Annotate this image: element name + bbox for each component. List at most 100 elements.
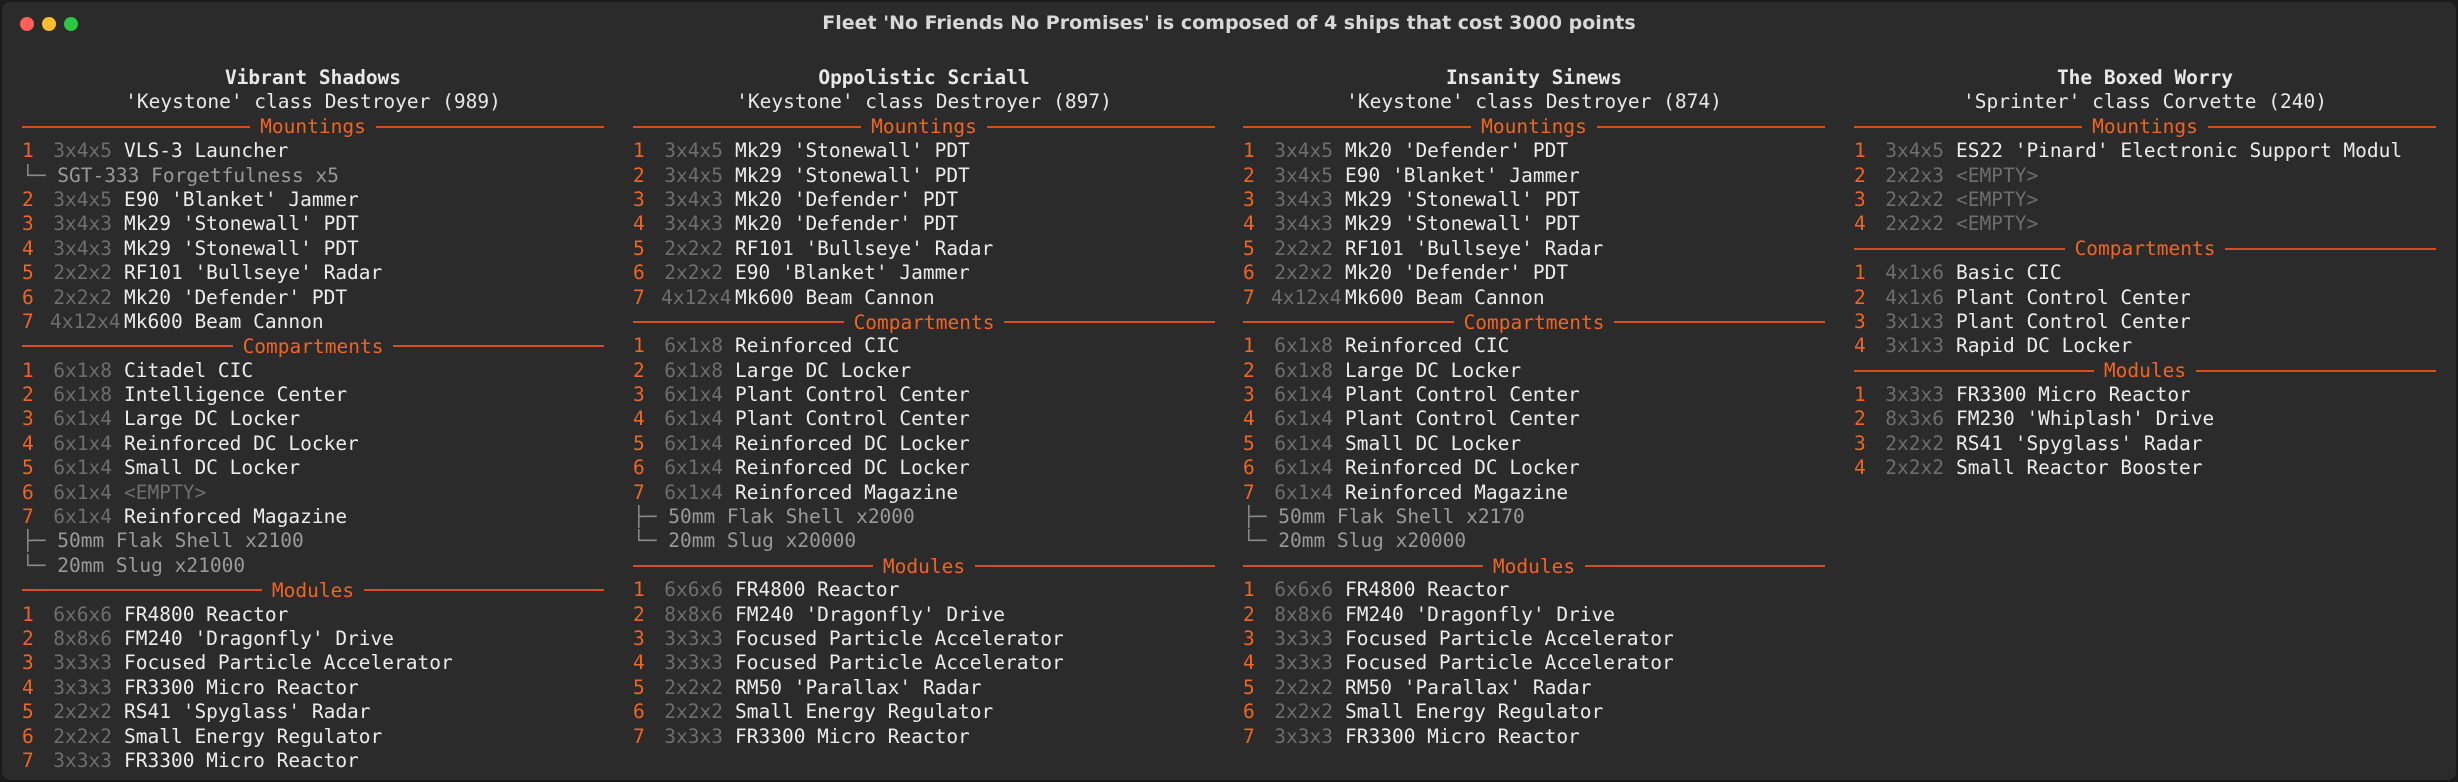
slot-number: 2 bbox=[22, 187, 34, 211]
slot-row[interactable]: 4 6x1x4 Plant Control Center bbox=[633, 407, 1215, 431]
slot-row[interactable]: 7 3x3x3 FR3300 Micro Reactor bbox=[633, 725, 1215, 749]
slot-row[interactable]: 5 6x1x4 Small DC Locker bbox=[1243, 432, 1825, 456]
slot-row[interactable]: 6 6x1x4 Reinforced DC Locker bbox=[633, 456, 1215, 480]
slot-number: 2 bbox=[1243, 602, 1255, 626]
slot-size: 3x4x3 bbox=[53, 236, 112, 260]
slot-size: 2x2x2 bbox=[53, 724, 112, 748]
slot-row[interactable]: 7 6x1x4 Reinforced Magazine bbox=[1243, 481, 1825, 505]
slot-row[interactable]: 1 6x6x6 FR4800 Reactor bbox=[1243, 578, 1825, 602]
slot-size: 3x4x3 bbox=[664, 212, 723, 236]
slot-row[interactable]: 5 2x2x2 RF101 'Bullseye' Radar bbox=[1243, 237, 1825, 261]
slot-row[interactable]: 3 3x3x3 Focused Particle Accelerator bbox=[1243, 627, 1825, 651]
slot-row[interactable]: 5 6x1x4 Reinforced DC Locker bbox=[633, 432, 1215, 456]
slot-row[interactable]: 6 6x1x4 <EMPTY> bbox=[22, 481, 604, 505]
slot-row[interactable]: 2 3x4x5 E90 'Blanket' Jammer bbox=[22, 188, 604, 212]
slot-row[interactable]: 5 2x2x2 RM50 'Parallax' Radar bbox=[1243, 676, 1825, 700]
slot-row[interactable]: 7 3x3x3 FR3300 Micro Reactor bbox=[1243, 725, 1825, 749]
slot-row[interactable]: 4 3x3x3 Focused Particle Accelerator bbox=[633, 651, 1215, 675]
slot-row[interactable]: 4 3x4x3 Mk29 'Stonewall' PDT bbox=[1243, 212, 1825, 236]
slot-row[interactable]: 1 3x3x3 FR3300 Micro Reactor bbox=[1854, 383, 2436, 407]
slot-row[interactable]: 3 3x4x3 Mk20 'Defender' PDT bbox=[633, 188, 1215, 212]
slot-size: 6x1x4 bbox=[1274, 431, 1333, 455]
slot-component-name: Small DC Locker bbox=[124, 456, 301, 480]
slot-row[interactable]: 7 6x1x4 Reinforced Magazine bbox=[22, 505, 604, 529]
slot-row[interactable]: 6 2x2x2 Mk20 'Defender' PDT bbox=[1243, 261, 1825, 285]
slot-row[interactable]: 7 6x1x4 Reinforced Magazine bbox=[633, 481, 1215, 505]
slot-number: 3 bbox=[1243, 626, 1255, 650]
slot-row[interactable]: 5 2x2x2 RS41 'Spyglass' Radar bbox=[22, 700, 604, 724]
slot-row[interactable]: 2 8x8x6 FM240 'Dragonfly' Drive bbox=[22, 627, 604, 651]
slot-row[interactable]: 1 6x1x8 Citadel CIC bbox=[22, 359, 604, 383]
slot-row[interactable]: 4 3x3x3 Focused Particle Accelerator bbox=[1243, 651, 1825, 675]
slot-row[interactable]: 6 2x2x2 Small Energy Regulator bbox=[1243, 700, 1825, 724]
slot-row[interactable]: 1 3x4x5 Mk20 'Defender' PDT bbox=[1243, 139, 1825, 163]
slot-row[interactable]: 3 3x3x3 Focused Particle Accelerator bbox=[22, 651, 604, 675]
slot-row[interactable]: 6 2x2x2 Small Energy Regulator bbox=[22, 725, 604, 749]
slot-row[interactable]: 5 2x2x2 RF101 'Bullseye' Radar bbox=[633, 237, 1215, 261]
slot-row[interactable]: 3 3x1x3 Plant Control Center bbox=[1854, 310, 2436, 334]
slot-row[interactable]: 1 6x6x6 FR4800 Reactor bbox=[633, 578, 1215, 602]
slot-row[interactable]: 1 6x1x8 Reinforced CIC bbox=[1243, 334, 1825, 358]
slot-row[interactable]: 7 4x12x4 Mk600 Beam Cannon bbox=[1243, 286, 1825, 310]
slot-row[interactable]: 3 6x1x4 Plant Control Center bbox=[633, 383, 1215, 407]
slot-row[interactable]: 3 2x2x2 RS41 'Spyglass' Radar bbox=[1854, 432, 2436, 456]
slot-component-name: Focused Particle Accelerator bbox=[735, 651, 1064, 675]
slot-row[interactable]: 3 6x1x4 Large DC Locker bbox=[22, 407, 604, 431]
slot-row[interactable]: 2 4x1x6 Plant Control Center bbox=[1854, 286, 2436, 310]
slot-row[interactable]: 3 2x2x2 <EMPTY> bbox=[1854, 188, 2436, 212]
terminal-window: Fleet 'No Friends No Promises' is compos… bbox=[0, 0, 2458, 782]
slot-row[interactable]: 3 3x3x3 Focused Particle Accelerator bbox=[633, 627, 1215, 651]
ship-name: The Boxed Worry bbox=[2056, 66, 2234, 89]
slot-row[interactable]: 1 3x4x5 Mk29 'Stonewall' PDT bbox=[633, 139, 1215, 163]
slot-row[interactable]: 4 3x1x3 Rapid DC Locker bbox=[1854, 334, 2436, 358]
ammo-text: 20mm Slug x21000 bbox=[57, 553, 246, 577]
slot-row[interactable]: 2 8x8x6 FM240 'Dragonfly' Drive bbox=[633, 603, 1215, 627]
slot-row[interactable]: 1 3x4x5 ES22 'Pinard' Electronic Support M… bbox=[1854, 139, 2436, 163]
slot-row[interactable]: 4 6x1x4 Plant Control Center bbox=[1243, 407, 1825, 431]
slot-row[interactable]: 2 6x1x8 Intelligence Center bbox=[22, 383, 604, 407]
slot-row[interactable]: 5 2x2x2 RM50 'Parallax' Radar bbox=[633, 676, 1215, 700]
slot-row[interactable]: 3 3x4x3 Mk29 'Stonewall' PDT bbox=[22, 212, 604, 236]
slot-row[interactable]: 1 6x6x6 FR4800 Reactor bbox=[22, 603, 604, 627]
slot-component-name: Basic CIC bbox=[1956, 261, 2062, 285]
slot-number: 2 bbox=[1854, 163, 1866, 187]
slot-row[interactable]: 2 8x3x6 FM230 'Whiplash' Drive bbox=[1854, 407, 2436, 431]
slot-row[interactable]: 1 6x1x8 Reinforced CIC bbox=[633, 334, 1215, 358]
slot-row[interactable]: 4 2x2x2 Small Reactor Booster bbox=[1854, 456, 2436, 480]
slot-row[interactable]: 3 6x1x4 Plant Control Center bbox=[1243, 383, 1825, 407]
slot-number: 5 bbox=[1243, 675, 1255, 699]
slot-row[interactable]: 7 3x3x3 FR3300 Micro Reactor bbox=[22, 749, 604, 773]
slot-number: 5 bbox=[633, 431, 645, 455]
slot-row[interactable]: 6 2x2x2 E90 'Blanket' Jammer bbox=[633, 261, 1215, 285]
slot-row[interactable]: 4 3x4x3 Mk29 'Stonewall' PDT bbox=[22, 237, 604, 261]
section-divider bbox=[22, 125, 251, 128]
slot-row[interactable]: 2 3x4x5 E90 'Blanket' Jammer bbox=[1243, 164, 1825, 188]
slot-row[interactable]: 5 2x2x2 RF101 'Bullseye' Radar bbox=[22, 261, 604, 285]
slot-component-name: VLS-3 Launcher bbox=[124, 139, 289, 163]
slot-number: 3 bbox=[1243, 187, 1255, 211]
slot-row[interactable]: 5 6x1x4 Small DC Locker bbox=[22, 456, 604, 480]
slot-component-name: FR3300 Micro Reactor bbox=[1956, 383, 2191, 407]
slot-size: 2x2x2 bbox=[1885, 456, 1944, 480]
slot-row[interactable]: 2 2x2x3 <EMPTY> bbox=[1854, 164, 2436, 188]
slot-row[interactable]: 2 3x4x5 Mk29 'Stonewall' PDT bbox=[633, 164, 1215, 188]
slot-row[interactable]: 7 4x12x4 Mk600 Beam Cannon bbox=[633, 286, 1215, 310]
tree-branch-icon: └─ bbox=[1243, 529, 1267, 553]
slot-row[interactable]: 4 2x2x2 <EMPTY> bbox=[1854, 212, 2436, 236]
slot-row[interactable]: 4 6x1x4 Reinforced DC Locker bbox=[22, 432, 604, 456]
slot-row[interactable]: 2 6x1x8 Large DC Locker bbox=[1243, 359, 1825, 383]
slot-row[interactable]: 2 8x8x6 FM240 'Dragonfly' Drive bbox=[1243, 603, 1825, 627]
slot-row[interactable]: 6 2x2x2 Small Energy Regulator bbox=[633, 700, 1215, 724]
slot-row[interactable]: 6 2x2x2 Mk20 'Defender' PDT bbox=[22, 286, 604, 310]
slot-row[interactable]: 7 4x12x4 Mk600 Beam Cannon bbox=[22, 310, 604, 334]
slot-size: 6x1x4 bbox=[664, 431, 723, 455]
slot-row[interactable]: 2 6x1x8 Large DC Locker bbox=[633, 359, 1215, 383]
slot-size: 6x1x4 bbox=[53, 456, 112, 480]
slot-row[interactable]: 4 3x3x3 FR3300 Micro Reactor bbox=[22, 676, 604, 700]
slot-row[interactable]: 1 3x4x5 VLS-3 Launcher bbox=[22, 139, 604, 163]
slot-row[interactable]: 3 3x4x3 Mk29 'Stonewall' PDT bbox=[1243, 188, 1825, 212]
slot-row[interactable]: 6 6x1x4 Reinforced DC Locker bbox=[1243, 456, 1825, 480]
slot-row[interactable]: 4 3x4x3 Mk20 'Defender' PDT bbox=[633, 212, 1215, 236]
slot-row[interactable]: 1 4x1x6 Basic CIC bbox=[1854, 261, 2436, 285]
slot-size: 3x4x5 bbox=[1885, 139, 1944, 163]
